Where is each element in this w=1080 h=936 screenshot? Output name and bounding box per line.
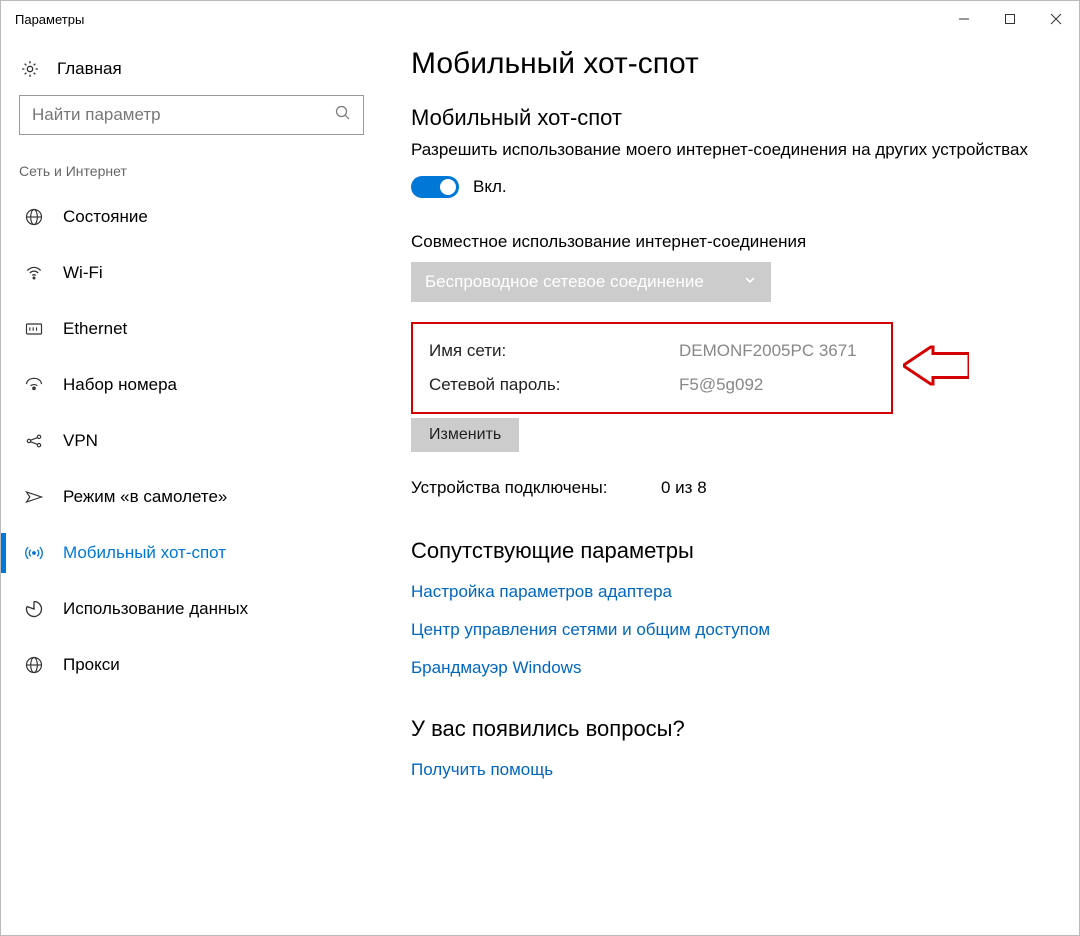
arrow-annotation-icon — [903, 345, 969, 390]
sidebar: Главная Найти параметр Сеть и Интернет С… — [1, 37, 381, 935]
sidebar-item-hotspot[interactable]: Мобильный хот-спот — [19, 525, 363, 581]
sidebar-item-dialup[interactable]: Набор номера — [19, 357, 363, 413]
network-info-box: Имя сети: DEMONF2005PC 3671 Сетевой паро… — [411, 322, 893, 414]
sidebar-item-label: Состояние — [63, 207, 148, 227]
toggle-state-label: Вкл. — [473, 177, 507, 197]
maximize-button[interactable] — [987, 1, 1033, 37]
data-usage-icon — [23, 599, 45, 619]
sidebar-item-status[interactable]: Состояние — [19, 189, 363, 245]
section-description: Разрешить использование моего интернет-с… — [411, 139, 1039, 162]
sidebar-home[interactable]: Главная — [19, 51, 363, 95]
ethernet-icon — [23, 319, 45, 339]
sidebar-item-label: VPN — [63, 431, 98, 451]
network-password-label: Сетевой пароль: — [429, 368, 679, 402]
search-placeholder: Найти параметр — [32, 105, 161, 125]
edit-button[interactable]: Изменить — [411, 418, 519, 452]
related-link-adapter[interactable]: Настройка параметров адаптера — [411, 582, 1039, 602]
sidebar-item-airplane[interactable]: Режим «в самолете» — [19, 469, 363, 525]
sidebar-item-label: Мобильный хот-спот — [63, 543, 226, 563]
connection-dropdown[interactable]: Беспроводное сетевое соединение — [411, 262, 771, 302]
sidebar-item-label: Набор номера — [63, 375, 177, 395]
dropdown-value: Беспроводное сетевое соединение — [425, 272, 704, 292]
globe-icon — [23, 207, 45, 227]
chevron-down-icon — [743, 272, 757, 292]
sidebar-item-datausage[interactable]: Использование данных — [19, 581, 363, 637]
window-title: Параметры — [15, 12, 84, 27]
network-password-value: F5@5g092 — [679, 368, 763, 402]
sidebar-item-label: Wi-Fi — [63, 263, 103, 283]
devices-value: 0 из 8 — [661, 478, 707, 498]
sidebar-item-label: Использование данных — [63, 599, 248, 619]
network-name-label: Имя сети: — [429, 334, 679, 368]
minimize-button[interactable] — [941, 1, 987, 37]
sidebar-item-label: Прокси — [63, 655, 120, 675]
section-title: Мобильный хот-спот — [411, 105, 1039, 131]
search-icon — [335, 105, 351, 126]
airplane-icon — [23, 487, 45, 507]
help-link[interactable]: Получить помощь — [411, 760, 1039, 780]
share-label: Совместное использование интернет-соедин… — [411, 232, 1039, 252]
sidebar-item-label: Ethernet — [63, 319, 127, 339]
network-name-value: DEMONF2005PC 3671 — [679, 334, 857, 368]
hotspot-toggle[interactable] — [411, 176, 459, 198]
sidebar-item-wifi[interactable]: Wi-Fi — [19, 245, 363, 301]
related-link-sharing-center[interactable]: Центр управления сетями и общим доступом — [411, 620, 1039, 640]
sidebar-item-vpn[interactable]: VPN — [19, 413, 363, 469]
related-link-firewall[interactable]: Брандмауэр Windows — [411, 658, 1039, 678]
proxy-icon — [23, 655, 45, 675]
titlebar: Параметры — [1, 1, 1079, 37]
gear-icon — [19, 59, 41, 79]
devices-label: Устройства подключены: — [411, 478, 661, 498]
page-title: Мобильный хот-спот — [411, 47, 1039, 81]
sidebar-item-proxy[interactable]: Прокси — [19, 637, 363, 693]
search-input[interactable]: Найти параметр — [19, 95, 364, 135]
window-controls — [941, 1, 1079, 37]
sidebar-section-label: Сеть и Интернет — [19, 163, 363, 179]
content: Мобильный хот-спот Мобильный хот-спот Ра… — [381, 37, 1079, 935]
help-title: У вас появились вопросы? — [411, 716, 1039, 742]
wifi-icon — [23, 263, 45, 283]
sidebar-item-label: Режим «в самолете» — [63, 487, 227, 507]
dialup-icon — [23, 375, 45, 395]
close-button[interactable] — [1033, 1, 1079, 37]
sidebar-item-ethernet[interactable]: Ethernet — [19, 301, 363, 357]
related-title: Сопутствующие параметры — [411, 538, 1039, 564]
sidebar-home-label: Главная — [57, 59, 122, 79]
vpn-icon — [23, 431, 45, 451]
hotspot-icon — [23, 543, 45, 563]
